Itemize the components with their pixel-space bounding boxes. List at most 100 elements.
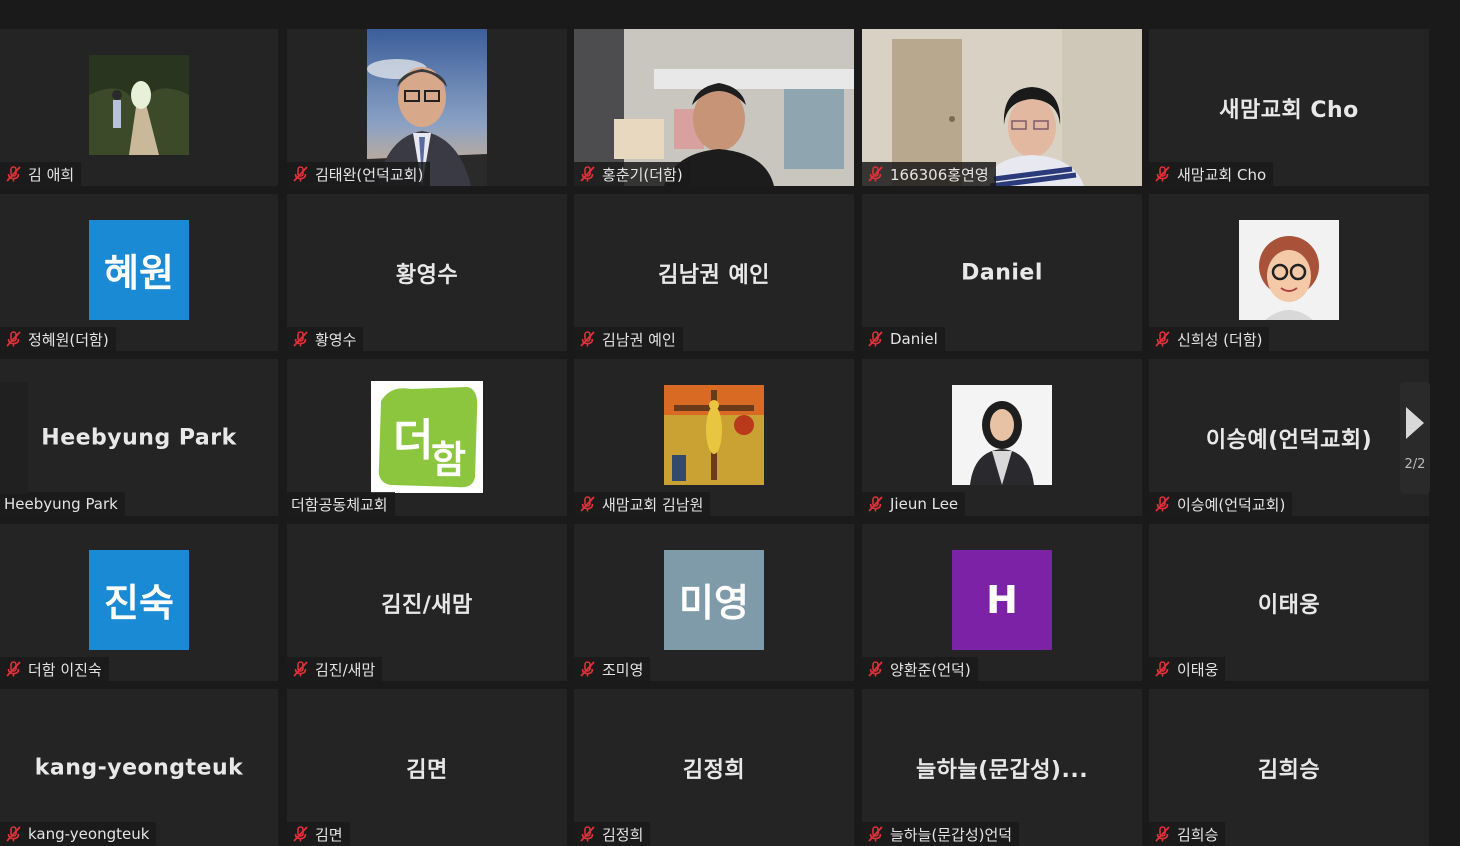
mic-off-icon <box>291 825 309 843</box>
participant-name: 이태웅 <box>1177 660 1219 679</box>
participant-tile[interactable]: kang-yeongteuk kang-yeongteuk <box>0 689 278 846</box>
mic-off-icon <box>578 165 596 183</box>
participant-tile[interactable]: 신희성 (더함) <box>1149 194 1429 351</box>
participant-tile[interactable]: 이태웅 이태웅 <box>1149 524 1429 681</box>
participant-avatar: 진숙 <box>89 549 189 650</box>
participant-tile[interactable]: 진숙더함 이진숙 <box>0 524 278 681</box>
mic-off-icon <box>1153 825 1171 843</box>
svg-text:더: 더 <box>393 415 433 466</box>
mic-off-icon <box>1153 660 1171 678</box>
participant-name-label: Daniel <box>862 327 945 351</box>
participant-name: 이승예(언덕교회) <box>1177 495 1286 514</box>
participant-name: 더함 이진숙 <box>28 660 102 679</box>
participant-tile[interactable]: 김진/새맘 김진/새맘 <box>287 524 567 681</box>
mic-off-icon <box>578 660 596 678</box>
participant-tile[interactable]: 김태완(언덕교회) <box>287 29 567 186</box>
participant-name: Daniel <box>890 330 938 348</box>
participant-display-name: 새맘교회 Cho <box>1219 97 1359 123</box>
participant-tile[interactable]: 늘하늘(문갑성)... 늘하늘(문갑성)언덕 <box>862 689 1142 846</box>
participant-tile[interactable]: Heebyung Park Heebyung Park <box>0 359 278 516</box>
participant-name-label: 김남권 예인 <box>574 327 683 351</box>
participant-tile[interactable]: 김 애희 <box>0 29 278 186</box>
participant-name-label: 홍춘기(더함) <box>574 162 690 186</box>
mic-off-icon <box>4 825 22 843</box>
previous-page-strip <box>0 382 28 494</box>
participant-tile[interactable]: 166306홍연영 <box>862 29 1142 186</box>
profile-picture <box>952 384 1052 485</box>
mic-off-icon <box>578 495 596 513</box>
participant-name-label: kang-yeongteuk <box>0 822 157 846</box>
participant-tile[interactable]: 김희승 김희승 <box>1149 689 1429 846</box>
mic-off-icon <box>291 660 309 678</box>
mic-off-icon <box>4 330 22 348</box>
participant-avatar: 혜원 <box>89 219 189 320</box>
participant-display-name: 김희승 <box>1257 757 1321 783</box>
gallery-grid: 김 애희 김태완(언덕교회) 홍춘기(더함) 166306홍연영 새맘교회 Cho 새맘교… <box>0 0 1460 846</box>
participant-name-label: 정혜원(더함) <box>0 327 116 351</box>
profile-picture <box>89 54 189 155</box>
participant-tile[interactable]: 김면 김면 <box>287 689 567 846</box>
mic-off-icon <box>578 825 596 843</box>
participant-display-name: Heebyung Park <box>41 425 237 450</box>
participant-display-name: 황영수 <box>395 262 459 288</box>
svg-text:함: 함 <box>431 438 466 482</box>
participant-name-label: 이태웅 <box>1149 657 1226 681</box>
participant-tile[interactable]: Daniel Daniel <box>862 194 1142 351</box>
participant-name: 166306홍연영 <box>890 165 989 184</box>
mic-off-icon <box>866 660 884 678</box>
participant-name-label: 김정희 <box>574 822 651 846</box>
chevron-right-icon <box>1406 406 1424 439</box>
profile-picture <box>1239 219 1339 320</box>
participant-name: 새맘교회 Cho <box>1177 165 1267 184</box>
participant-name-label: Heebyung Park <box>0 492 125 516</box>
participant-tile[interactable]: 더 함더함공동체교회 <box>287 359 567 516</box>
participant-name: 정혜원(더함) <box>28 330 109 349</box>
participant-tile[interactable]: 미영조미영 <box>574 524 854 681</box>
participant-name: kang-yeongteuk <box>28 825 150 843</box>
participant-name: 신희성 (더함) <box>1177 330 1263 349</box>
participant-name-label: Jieun Lee <box>862 492 966 516</box>
participant-tile[interactable]: Jieun Lee <box>862 359 1142 516</box>
participant-name-label: 신희성 (더함) <box>1149 327 1270 351</box>
mic-off-icon <box>4 660 22 678</box>
participant-display-name: 늘하늘(문갑성)... <box>915 757 1089 783</box>
participant-name: 늘하늘(문갑성)언덕 <box>890 825 1013 844</box>
participant-name-label: 김태완(언덕교회) <box>287 162 431 186</box>
participant-name: Heebyung Park <box>4 495 118 513</box>
participant-display-name: 김남권 예인 <box>658 262 770 288</box>
profile-picture <box>664 384 764 485</box>
participant-avatar: 미영 <box>664 549 764 650</box>
participant-name: 조미영 <box>602 660 644 679</box>
participant-name-label: 늘하늘(문갑성)언덕 <box>862 822 1020 846</box>
participant-tile[interactable]: 혜원정혜원(더함) <box>0 194 278 351</box>
participant-name: 김진/새맘 <box>315 660 376 679</box>
participant-name-label: 더함공동체교회 <box>287 492 395 516</box>
participant-name: 김 애희 <box>28 165 75 184</box>
participant-tile[interactable]: H 양환준(언덕) <box>862 524 1142 681</box>
participant-tile[interactable]: 김정희 김정희 <box>574 689 854 846</box>
next-page-button[interactable]: 2/2 <box>1400 382 1430 494</box>
participant-name: 김남권 예인 <box>602 330 676 349</box>
profile-picture: 더함 <box>371 380 483 493</box>
participant-name: 새맘교회 김남원 <box>602 495 704 514</box>
participant-tile[interactable]: 새맘교회 김남원 <box>574 359 854 516</box>
participant-tile[interactable]: 김남권 예인 김남권 예인 <box>574 194 854 351</box>
page-indicator: 2/2 <box>1404 456 1426 472</box>
participant-name: 더함공동체교회 <box>291 495 388 514</box>
participant-display-name: kang-yeongteuk <box>34 755 244 780</box>
mic-off-icon <box>4 165 22 183</box>
participant-name: 김정희 <box>602 825 644 844</box>
mic-off-icon <box>1153 495 1171 513</box>
participant-display-name: 김면 <box>406 757 448 783</box>
mic-off-icon <box>866 165 884 183</box>
participant-tile[interactable]: 황영수 황영수 <box>287 194 567 351</box>
participant-tile[interactable]: 홍춘기(더함) <box>574 29 854 186</box>
participant-display-name: 이승예(언덕교회) <box>1205 427 1373 453</box>
participant-display-name: 김정희 <box>682 757 746 783</box>
participant-tile[interactable]: 새맘교회 Cho 새맘교회 Cho <box>1149 29 1429 186</box>
participant-name-label: 김진/새맘 <box>287 657 383 681</box>
participant-tile[interactable]: 이승예(언덕교회) 이승예(언덕교회) <box>1149 359 1429 516</box>
participant-display-name: 이태웅 <box>1257 592 1321 618</box>
participant-name-label: 새맘교회 김남원 <box>574 492 711 516</box>
mic-off-icon <box>1153 165 1171 183</box>
